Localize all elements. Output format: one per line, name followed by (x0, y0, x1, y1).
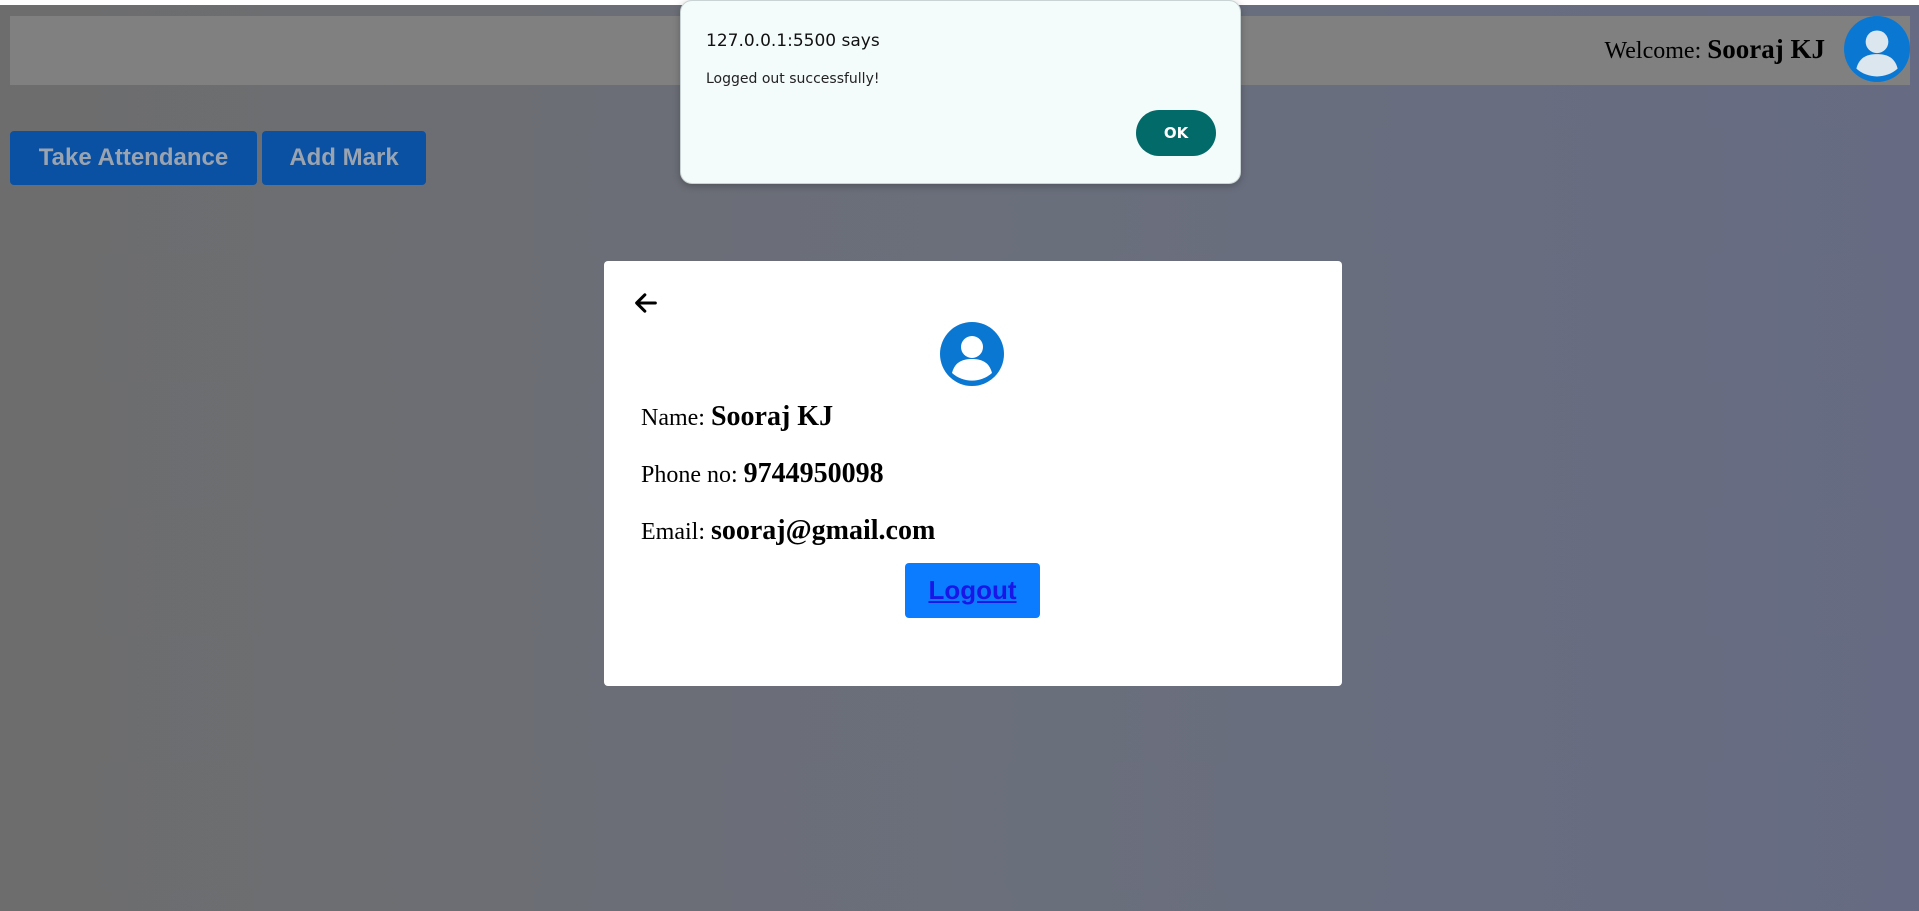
phone-field: Phone no: 9744950098 (641, 458, 884, 490)
ok-button[interactable]: OK (1136, 110, 1216, 156)
take-attendance-button[interactable]: Take Attendance (10, 131, 257, 185)
dialog-title: 127.0.0.1:5500 says (706, 31, 880, 51)
name-value: Sooraj KJ (710, 401, 834, 432)
user-circle-icon (940, 322, 1004, 386)
phone-label: Phone no: (641, 462, 738, 488)
dialog-message: Logged out successfully! (706, 71, 880, 87)
name-label: Name: (641, 405, 705, 431)
profile-card: Name: Sooraj KJ Phone no: 9744950098 Ema… (604, 261, 1342, 686)
welcome-label: Welcome: (1604, 38, 1702, 64)
email-field: Email: sooraj@gmail.com (641, 515, 935, 547)
email-value: sooraj@gmail.com (710, 515, 936, 546)
phone-value: 9744950098 (743, 458, 884, 489)
welcome-text: Welcome: Sooraj KJ (1605, 34, 1825, 65)
alert-dialog: 127.0.0.1:5500 says Logged out successfu… (680, 0, 1241, 184)
email-label: Email: (641, 519, 705, 545)
arrow-left-icon[interactable] (632, 289, 660, 317)
welcome-user-name: Sooraj KJ (1707, 34, 1825, 64)
name-field: Name: Sooraj KJ (641, 401, 833, 433)
add-mark-button[interactable]: Add Mark (262, 131, 426, 185)
user-circle-icon[interactable] (1844, 16, 1910, 82)
logout-button[interactable]: Logout (905, 563, 1040, 618)
